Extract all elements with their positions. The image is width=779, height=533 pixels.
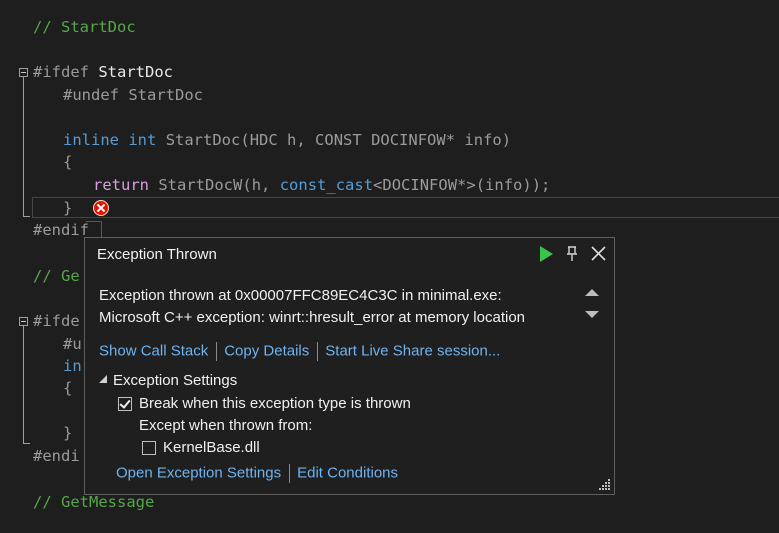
type-name: DOCINFOW bbox=[382, 176, 458, 194]
fold-guide bbox=[23, 77, 24, 216]
open-exception-settings-link[interactable]: Open Exception Settings bbox=[116, 464, 281, 481]
exception-popup: Exception Thrown Exception thrown at 0x0… bbox=[84, 237, 615, 495]
macro-name: StartDoc bbox=[128, 86, 203, 104]
link-separator bbox=[317, 342, 319, 361]
preprocessor-directive: #ifdef bbox=[33, 63, 89, 81]
copy-details-link[interactable]: Copy Details bbox=[224, 342, 309, 359]
punctuation: < bbox=[373, 176, 383, 194]
popup-title: Exception Thrown bbox=[97, 246, 217, 263]
code-line: inline int StartDoc(HDC h, CONST DOCINFO… bbox=[63, 129, 511, 151]
fold-guide bbox=[23, 326, 24, 444]
pin-glyph bbox=[567, 246, 577, 261]
type-name: HDC bbox=[249, 131, 278, 149]
close-icon[interactable] bbox=[589, 244, 609, 264]
kernelbase-label: KernelBase.dll bbox=[163, 439, 260, 456]
exception-message: Exception thrown at 0x00007FFC89EC4C3C i… bbox=[99, 285, 525, 329]
resize-grip-icon[interactable] bbox=[599, 479, 611, 491]
type-name: DOCINFOW bbox=[371, 131, 446, 149]
scroll-down-icon[interactable] bbox=[585, 311, 599, 318]
kernelbase-checkbox[interactable] bbox=[142, 441, 156, 455]
break-when-thrown-label: Break when this exception type is thrown bbox=[139, 395, 411, 412]
code-line: in bbox=[63, 357, 82, 375]
code-line: return StartDocW(h, const_cast<DOCINFOW*… bbox=[93, 174, 550, 196]
exception-settings-label: Exception Settings bbox=[113, 372, 238, 389]
break-when-thrown-checkbox[interactable] bbox=[118, 397, 132, 411]
code-line: #endif bbox=[33, 221, 89, 239]
code-line: #u bbox=[63, 335, 82, 353]
collapse-region-icon[interactable] bbox=[19, 68, 28, 77]
punctuation: ) bbox=[501, 131, 512, 149]
code-line: { bbox=[63, 153, 73, 171]
code-line: } bbox=[63, 199, 73, 217]
keyword: return bbox=[93, 176, 149, 194]
scroll-up-icon[interactable] bbox=[585, 289, 599, 296]
close-glyph bbox=[591, 246, 606, 261]
current-line-highlight bbox=[32, 197, 779, 218]
parameter: h bbox=[287, 131, 297, 149]
edit-conditions-link[interactable]: Edit Conditions bbox=[297, 464, 398, 481]
code-line: #endi bbox=[33, 447, 80, 465]
punctuation: ( bbox=[242, 176, 252, 194]
code-comment: // Ge bbox=[33, 267, 80, 285]
show-call-stack-link[interactable]: Show Call Stack bbox=[99, 342, 208, 359]
link-separator bbox=[289, 464, 291, 483]
collapse-triangle-icon[interactable] bbox=[99, 375, 107, 384]
punctuation: *>( bbox=[457, 176, 486, 194]
parameter: info bbox=[485, 176, 523, 194]
punctuation: )); bbox=[522, 176, 551, 194]
keyword: inline bbox=[63, 131, 119, 149]
continue-play-icon[interactable] bbox=[536, 244, 556, 264]
code-line: { bbox=[63, 379, 73, 397]
error-icon[interactable] bbox=[93, 200, 109, 216]
keyword: const_cast bbox=[279, 176, 374, 194]
code-line: #ifdef StartDoc bbox=[33, 61, 173, 83]
popup-links: Show Call Stack Copy Details Start Live Sh… bbox=[99, 342, 500, 361]
macro-name: StartDoc bbox=[98, 63, 173, 81]
exception-settings-header[interactable]: Exception Settings bbox=[99, 372, 237, 389]
punctuation: , bbox=[296, 131, 316, 149]
macro-name: CONST bbox=[315, 131, 362, 149]
except-when-thrown-label: Except when thrown from: bbox=[139, 417, 313, 434]
punctuation: , bbox=[261, 176, 280, 194]
code-line: #undef StartDoc bbox=[63, 84, 203, 106]
preprocessor-directive: #undef bbox=[63, 86, 119, 104]
keyword: int bbox=[128, 131, 157, 149]
function-name: StartDoc bbox=[165, 131, 241, 149]
fold-guide-end bbox=[23, 216, 30, 217]
start-live-share-link[interactable]: Start Live Share session... bbox=[325, 342, 500, 359]
link-separator bbox=[216, 342, 218, 361]
function-name: StartDocW bbox=[158, 176, 243, 194]
fold-guide-end bbox=[23, 443, 30, 444]
collapse-region-icon[interactable] bbox=[19, 317, 28, 326]
exception-message-line: Microsoft C++ exception: winrt::hresult_… bbox=[99, 309, 525, 326]
code-line: } bbox=[63, 424, 73, 442]
punctuation: * bbox=[445, 131, 456, 149]
popup-connector bbox=[101, 221, 102, 238]
parameter: info bbox=[464, 131, 502, 149]
popup-footer-links: Open Exception Settings Edit Conditions bbox=[116, 464, 398, 483]
code-comment: // StartDoc bbox=[33, 18, 136, 36]
pin-icon[interactable] bbox=[562, 244, 582, 264]
parameter: h bbox=[251, 176, 262, 194]
exception-message-line: Exception thrown at 0x00007FFC89EC4C3C i… bbox=[99, 287, 502, 304]
code-line: #ifde bbox=[33, 312, 80, 330]
punctuation: ( bbox=[240, 131, 250, 149]
